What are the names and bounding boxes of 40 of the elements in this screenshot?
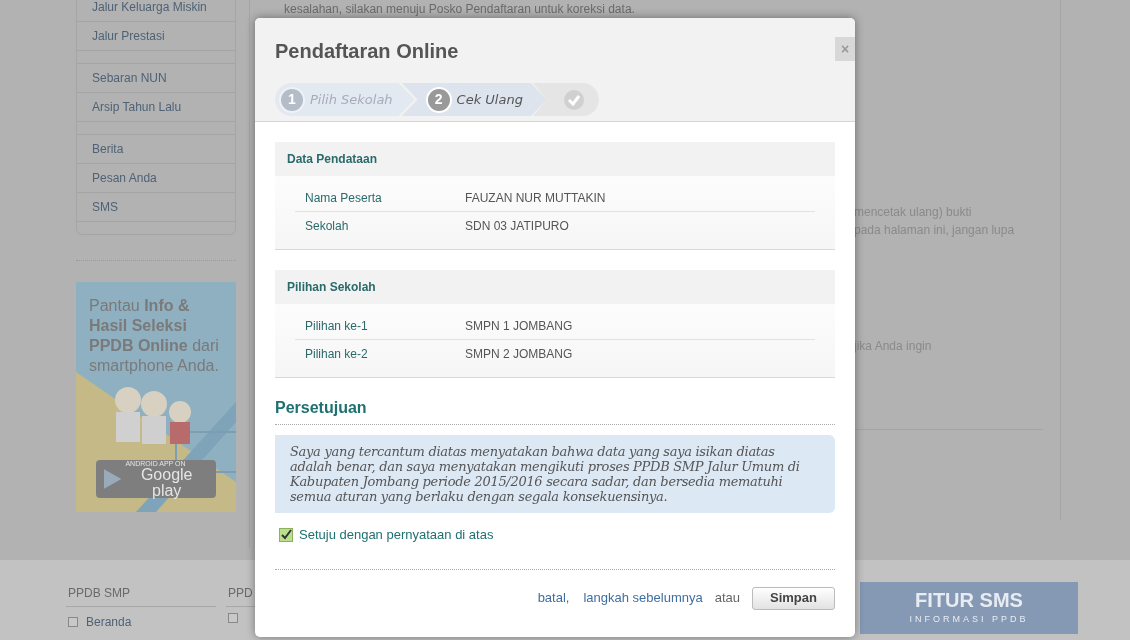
section-header: Pilihan Sekolah (275, 270, 835, 304)
notice-text: kesalahan, silakan menuju Posko Pendaftaran untuk koreksi data. (284, 1, 635, 18)
field-value: SMPN 2 JOMBANG (465, 345, 573, 363)
checkbox[interactable] (279, 527, 293, 542)
section-header: Data Pendataan (275, 142, 835, 176)
cancel-link[interactable]: batal, (537, 588, 570, 608)
field-label: Pilihan ke-1 (305, 318, 369, 335)
field-value: SMPN 1 JOMBANG (465, 318, 573, 335)
sidebar-item[interactable]: SMS (77, 193, 235, 222)
separator-text: atau (714, 589, 740, 608)
play-icon (104, 469, 122, 489)
checkbox[interactable] (68, 617, 78, 627)
back-link[interactable]: langkah sebelumnya (583, 588, 703, 608)
checkbox[interactable] (228, 613, 238, 623)
dialog-title: Pendaftaran Online (275, 39, 460, 64)
check-icon (562, 88, 585, 111)
sidebar-item[interactable]: Berita (77, 135, 235, 164)
sidebar-item[interactable]: Jalur Keluarga Miskin (77, 0, 235, 22)
statement-text: Saya yang tercantum diatas menyatakan bahwa data yang saya isikan diatas adalah benar, dan saya menyatakan mengikuti proses PPDB SMP Jalur Umum di Kabupaten Jombang periode 2015/2016 secara sadar, dan bersedia mematuhi semua aturan yang berlaku dengan segala konsekuensinya. (275, 435, 835, 513)
sidebar-item[interactable]: Pesan Anda (77, 164, 235, 193)
footer-link[interactable]: Beranda (86, 613, 132, 631)
footer-heading: PPDB SMP (66, 584, 216, 607)
field-value: FAUZAN NUR MUTTAKIN (465, 190, 606, 207)
sms-badge[interactable]: FITUR SMS INFORMASI PPDB (860, 582, 1078, 634)
save-button[interactable]: Simpan (752, 586, 835, 610)
check-icon (280, 528, 292, 541)
section-title: Persetujuan (275, 396, 835, 425)
sidebar-item[interactable]: Sebaran NUN (77, 64, 235, 93)
sidebar-item[interactable]: Jalur Prestasi (77, 22, 235, 51)
sidebar-item[interactable]: Arsip Tahun Lalu (77, 93, 235, 122)
wizard-step[interactable]: 2 Cek Ulang (401, 83, 547, 116)
checkbox-label: Setuju dengan pernyataan di atas (299, 526, 494, 544)
field-value: SDN 03 JATIPURO (465, 217, 569, 235)
field-label: Nama Peserta (305, 190, 383, 207)
field-label: Sekolah (305, 217, 350, 235)
close-button[interactable]: × (835, 37, 855, 61)
wizard-step[interactable]: 1 Pilih Sekolah (275, 83, 415, 116)
wizard-step[interactable] (532, 83, 599, 116)
banner-text: Pantau Info & Hasil Seleksi PPDB Online dari smartphone Anda. (88, 296, 220, 376)
field-label: Pilihan ke-2 (305, 345, 369, 363)
